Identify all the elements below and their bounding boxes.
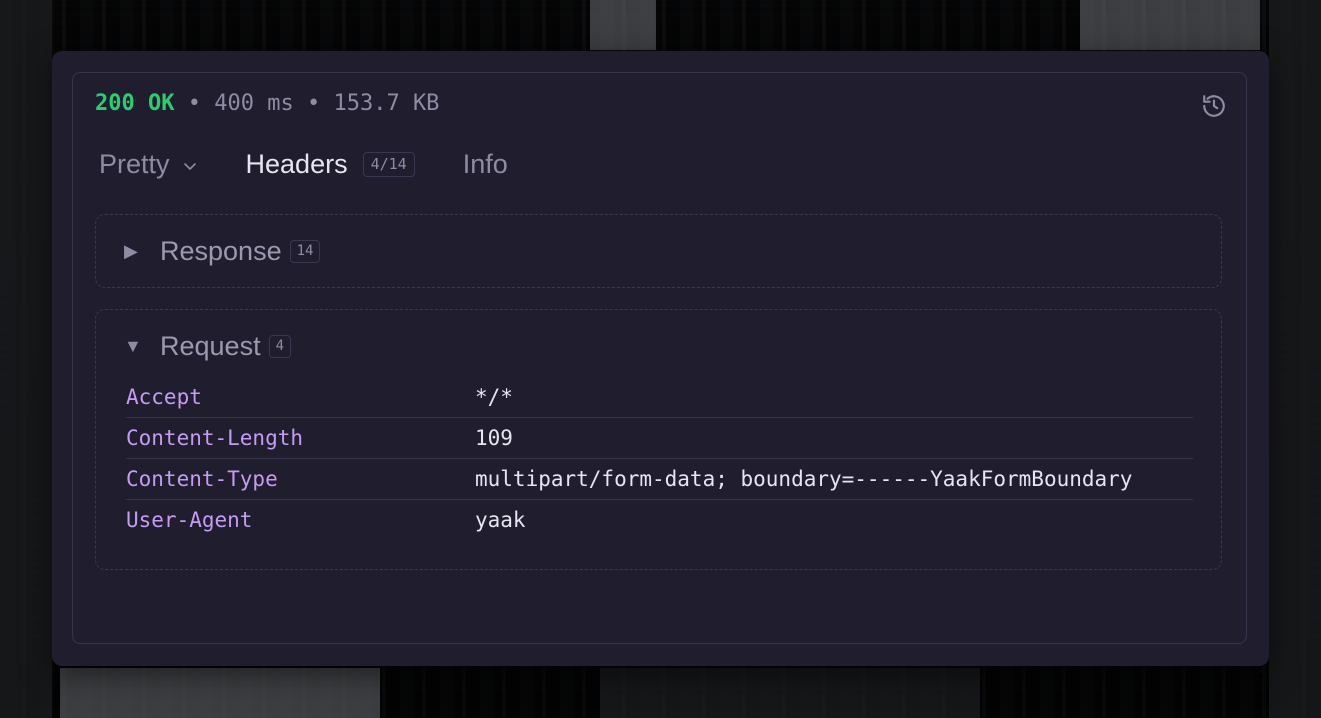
- table-row: Accept */*: [126, 377, 1193, 418]
- tab-label: Headers: [245, 149, 348, 179]
- table-row: Content-Type multipart/form-data; bounda…: [126, 459, 1193, 500]
- background-building: [1080, 0, 1260, 50]
- tab-label: Info: [462, 149, 508, 179]
- history-icon: [1203, 95, 1225, 117]
- response-status-line: 200 OK • 400 ms • 153.7 KB: [95, 91, 439, 116]
- header-value[interactable]: yaak: [475, 508, 526, 532]
- history-button[interactable]: [1200, 92, 1228, 120]
- tab-info[interactable]: Info: [463, 149, 508, 180]
- response-section-toggle[interactable]: ▶ Response 14: [124, 236, 321, 267]
- response-tabs: Pretty Headers 4/14 Info: [99, 149, 508, 180]
- tab-pretty[interactable]: Pretty: [99, 149, 198, 180]
- request-headers-section: ▼ Request 4 Accept */* Content-Length 10…: [95, 309, 1222, 570]
- header-name[interactable]: Accept: [126, 385, 475, 409]
- header-name[interactable]: Content-Type: [126, 467, 475, 491]
- background-building: [60, 668, 380, 718]
- caret-right-icon: ▶: [124, 241, 138, 261]
- response-count-badge: 14: [289, 240, 321, 263]
- response-panel: 200 OK • 400 ms • 153.7 KB Pretty Header…: [72, 72, 1247, 644]
- background-image: [0, 0, 52, 718]
- request-count-badge: 4: [268, 335, 292, 358]
- status-code: 200 OK: [95, 91, 175, 116]
- status-separator: •: [187, 91, 201, 116]
- table-row: User-Agent yaak: [126, 500, 1193, 540]
- request-headers-table: Accept */* Content-Length 109 Content-Ty…: [126, 377, 1193, 540]
- header-name[interactable]: Content-Length: [126, 426, 475, 450]
- response-size: 153.7 KB: [333, 91, 440, 116]
- tab-label: Pretty: [99, 149, 170, 179]
- response-headers-section: ▶ Response 14: [95, 214, 1222, 288]
- tab-headers[interactable]: Headers 4/14: [246, 149, 415, 180]
- background-building: [600, 668, 980, 718]
- response-window: 200 OK • 400 ms • 153.7 KB Pretty Header…: [52, 51, 1269, 666]
- caret-down-icon: ▼: [124, 336, 142, 356]
- table-row: Content-Length 109: [126, 418, 1193, 459]
- background-building: [590, 0, 656, 50]
- status-separator: •: [306, 91, 321, 116]
- section-label: Response: [160, 236, 282, 266]
- headers-count-badge: 4/14: [362, 152, 415, 177]
- header-value[interactable]: 109: [475, 426, 513, 450]
- request-section-toggle[interactable]: ▼ Request 4: [124, 331, 292, 362]
- background-image: [1269, 0, 1321, 718]
- header-name[interactable]: User-Agent: [126, 508, 475, 532]
- response-time: 400 ms: [214, 91, 294, 116]
- header-value[interactable]: */*: [475, 385, 513, 409]
- section-label: Request: [160, 331, 261, 361]
- chevron-down-icon: [183, 162, 196, 170]
- header-value[interactable]: multipart/form-data; boundary=------Yaak…: [475, 467, 1132, 491]
